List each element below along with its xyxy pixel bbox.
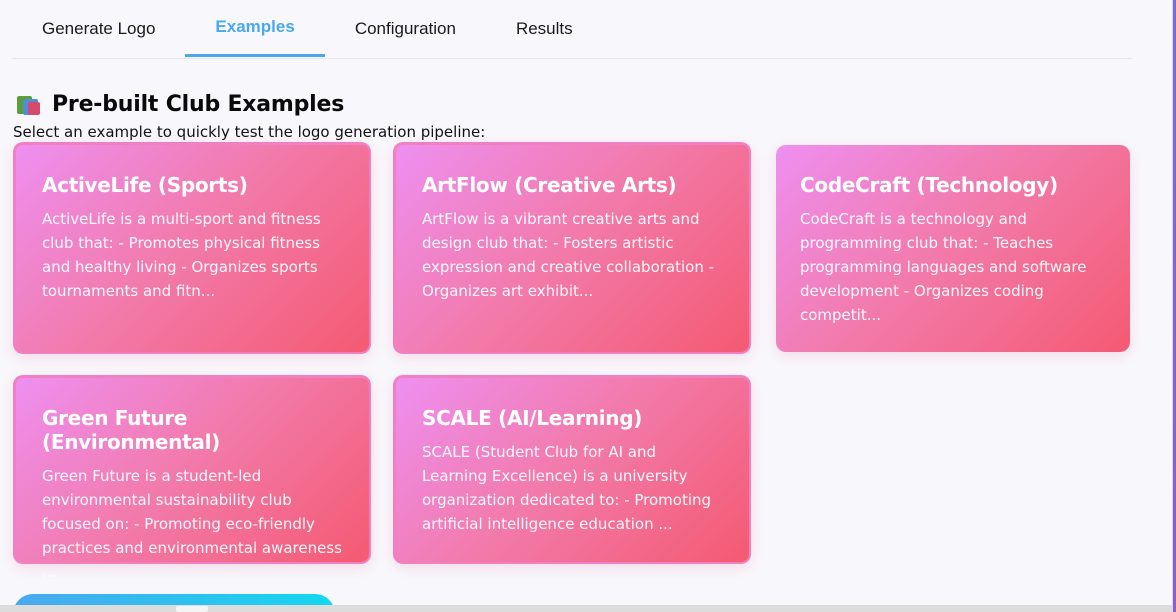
example-card-title: ArtFlow (Creative Arts) xyxy=(422,173,677,197)
example-card-artflow[interactable]: ArtFlow (Creative Arts) ArtFlow is a vib… xyxy=(393,142,751,354)
example-card-description: CodeCraft is a technology and programmin… xyxy=(800,210,1087,324)
scrollbar-thumb[interactable] xyxy=(176,606,208,612)
example-card-title: CodeCraft (Technology) xyxy=(800,173,1058,197)
app-page: Generate Logo Examples Configuration Res… xyxy=(0,0,1176,612)
tab-generate-logo[interactable]: Generate Logo xyxy=(12,0,185,57)
tab-bar: Generate Logo Examples Configuration Res… xyxy=(12,0,1132,59)
example-card-description: ArtFlow is a vibrant creative arts and d… xyxy=(422,210,715,300)
example-card-title: Green Future (Environmental) xyxy=(42,406,220,454)
example-card-title: ActiveLife (Sports) xyxy=(42,173,248,197)
books-icon xyxy=(16,93,42,117)
tab-examples[interactable]: Examples xyxy=(185,0,325,57)
section-heading: Pre-built Club Examples xyxy=(16,92,344,117)
example-card-activelife[interactable]: ActiveLife (Sports) ActiveLife is a mult… xyxy=(13,142,371,354)
example-card-title: SCALE (AI/Learning) xyxy=(422,406,643,430)
example-card-green-future[interactable]: Green Future (Environmental) Green Futur… xyxy=(13,375,371,581)
example-card-codecraft[interactable]: CodeCraft (Technology) CodeCraft is a te… xyxy=(776,145,1130,352)
section-subtitle: Select an example to quickly test the lo… xyxy=(13,123,486,141)
example-card-description: Green Future is a student-led environmen… xyxy=(42,467,342,581)
example-card-scale[interactable]: SCALE (AI/Learning) SCALE (Student Club … xyxy=(393,375,751,564)
example-card-description: ActiveLife is a multi-sport and fitness … xyxy=(42,210,321,300)
tab-results[interactable]: Results xyxy=(486,0,603,57)
example-card-description: SCALE (Student Club for AI and Learning … xyxy=(422,443,712,533)
section-title: Pre-built Club Examples xyxy=(52,92,345,117)
tab-configuration[interactable]: Configuration xyxy=(325,0,486,57)
